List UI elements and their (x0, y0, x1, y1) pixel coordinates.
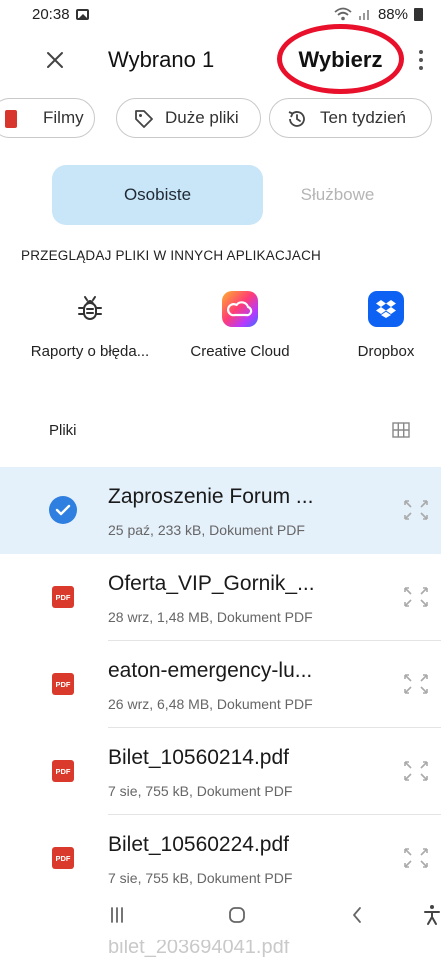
expand-icon[interactable] (401, 497, 431, 523)
wifi-icon (334, 7, 352, 21)
recent-apps-button[interactable] (97, 900, 137, 930)
chip-label: Filmy (43, 108, 84, 127)
app-label: Dropbox (357, 343, 415, 360)
close-button[interactable] (40, 45, 70, 75)
chip-label: Duże pliki (165, 108, 239, 127)
file-row[interactable]: Zaproszenie Forum ... 25 paź, 233 kB, Do… (0, 467, 441, 554)
creative-cloud-icon (222, 291, 258, 327)
expand-icon[interactable] (401, 584, 431, 610)
file-meta: 7 sie, 755 kB, Dokument PDF (108, 870, 293, 886)
close-icon (47, 52, 63, 68)
more-vert-dot (419, 66, 423, 70)
pdf-icon: PDF (52, 586, 74, 608)
file-name: Zaproszenie Forum ... (108, 485, 314, 508)
check-circle-icon (49, 496, 77, 524)
status-time: 20:38 (32, 5, 70, 23)
accessibility-button[interactable] (412, 900, 441, 930)
app-label: Raporty o błęda... (30, 343, 150, 360)
grid-view-icon[interactable] (392, 422, 410, 438)
files-header: Pliki (0, 410, 441, 450)
chip-large-files[interactable]: Duże pliki (116, 98, 261, 138)
chip-label: Ten tydzień (320, 108, 406, 127)
home-button[interactable] (217, 900, 257, 930)
file-leading[interactable]: PDF (49, 583, 77, 611)
file-name: Bilet_10560214.pdf (108, 746, 289, 769)
file-row[interactable]: PDF Oferta_VIP_Gornik_... 28 wrz, 1,48 M… (0, 554, 441, 641)
dropbox-icon (368, 291, 404, 327)
files-section-title: Pliki (49, 421, 77, 439)
tab-personal[interactable]: Osobiste (52, 165, 263, 225)
file-leading[interactable]: PDF (49, 844, 77, 872)
expand-icon[interactable] (401, 845, 431, 871)
file-leading[interactable]: PDF (49, 757, 77, 785)
file-meta: 28 wrz, 1,48 MB, Dokument PDF (108, 609, 313, 625)
select-button[interactable]: Wybierz (277, 28, 404, 92)
status-bar: 20:38 88% (0, 0, 441, 28)
pdf-icon: PDF (52, 673, 74, 695)
file-name: Oferta_VIP_Gornik_... (108, 572, 315, 595)
battery-icon (414, 7, 423, 21)
file-name: eaton-emergency-lu... (108, 659, 313, 682)
file-row[interactable]: PDF eaton-emergency-lu... 26 wrz, 6,48 M… (0, 641, 441, 728)
accessibility-icon (424, 905, 440, 925)
pdf-icon: PDF (52, 760, 74, 782)
system-nav-bar (0, 890, 441, 940)
bug-icon (72, 291, 108, 327)
selection-count-title: Wybrano 1 (108, 47, 215, 72)
more-vert-dot (419, 58, 423, 62)
file-row[interactable]: PDF Bilet_10560224.pdf 7 sie, 755 kB, Do… (0, 815, 441, 902)
profile-tabs: Osobiste Służbowe (52, 165, 412, 225)
file-meta: 26 wrz, 6,48 MB, Dokument PDF (108, 696, 313, 712)
file-leading[interactable]: PDF (49, 670, 77, 698)
battery-percent: 88% (377, 5, 408, 23)
home-icon (229, 907, 245, 923)
tab-work[interactable]: Służbowe (263, 165, 412, 225)
back-icon (353, 907, 361, 923)
file-leading[interactable] (49, 496, 77, 524)
history-icon (288, 111, 305, 127)
other-apps-section-title: PRZEGLĄDAJ PLIKI W INNYCH APLIKACJACH (21, 248, 321, 263)
film-icon (5, 110, 17, 128)
app-label: Creative Cloud (190, 343, 290, 360)
selection-toolbar: Wybrano 1 Wybierz (0, 24, 441, 94)
expand-icon[interactable] (401, 758, 431, 784)
more-vert-icon (419, 50, 423, 54)
status-right: 88% (334, 6, 423, 23)
pdf-icon: PDF (52, 847, 74, 869)
tag-icon (135, 110, 153, 128)
chip-this-week[interactable]: Ten tydzień (269, 98, 432, 138)
other-apps-row: Raporty o błęda... Creative Cloud Dropbo… (0, 291, 441, 371)
file-meta: 25 paź, 233 kB, Dokument PDF (108, 522, 305, 538)
recent-apps-icon (111, 907, 123, 923)
signal-icon (358, 10, 369, 20)
app-dropbox[interactable]: Dropbox (306, 291, 441, 360)
expand-icon[interactable] (401, 671, 431, 697)
gallery-icon (75, 8, 89, 20)
app-creative-cloud[interactable]: Creative Cloud (160, 291, 320, 360)
app-bug-reports[interactable]: Raporty o błęda... (10, 291, 170, 360)
file-meta: 7 sie, 755 kB, Dokument PDF (108, 783, 293, 799)
back-button[interactable] (337, 900, 377, 930)
file-row[interactable]: PDF Bilet_10560214.pdf 7 sie, 755 kB, Do… (0, 728, 441, 815)
chip-films[interactable]: Filmy (0, 98, 95, 138)
filter-chips: Filmy Duże pliki Ten tydzień (0, 98, 441, 138)
more-options-button[interactable] (411, 42, 431, 78)
file-name: Bilet_10560224.pdf (108, 833, 289, 856)
